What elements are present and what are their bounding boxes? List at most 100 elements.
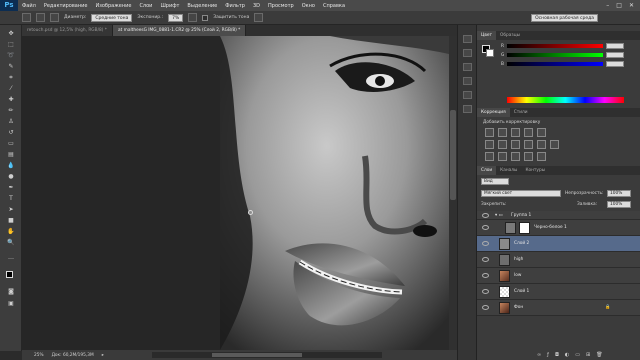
channel-mixer-icon[interactable] <box>537 140 546 149</box>
menu-3d[interactable]: 3D <box>249 3 264 9</box>
menu-help[interactable]: Справка <box>319 3 349 9</box>
green-track[interactable] <box>507 53 604 57</box>
opacity-field[interactable]: 100% <box>607 190 631 197</box>
blend-mode-select[interactable]: Мягкий свет <box>481 190 561 197</box>
history-brush-tool-icon[interactable]: ↺ <box>6 128 16 137</box>
move-tool-icon[interactable]: ✥ <box>6 29 16 38</box>
dodge-tool-icon[interactable]: ● <box>6 172 16 181</box>
dodge-tool-icon[interactable] <box>22 13 31 22</box>
tab-retouch[interactable]: retouch.psd @ 12,5% (high, RGB/8) * <box>22 25 113 36</box>
menu-filter[interactable]: Фильтр <box>221 3 249 9</box>
lasso-tool-icon[interactable]: ➰ <box>6 51 16 60</box>
paragraph-panel-icon[interactable] <box>463 105 472 113</box>
eye-icon[interactable] <box>482 257 489 262</box>
healing-tool-icon[interactable]: ✚ <box>6 95 16 104</box>
range-select[interactable]: Средние тона <box>91 13 133 22</box>
menu-file[interactable]: Файл <box>18 3 40 9</box>
tab-color[interactable]: Цвет <box>477 31 497 40</box>
tab-adjustments[interactable]: Коррекция <box>477 108 510 117</box>
tab-channels[interactable]: Каналы <box>496 166 521 175</box>
folder-icon[interactable]: ▭ <box>575 352 580 360</box>
red-value-field[interactable] <box>606 43 624 49</box>
layer-row[interactable]: Черно-белое 1 <box>477 220 640 236</box>
brush-panel-icon[interactable] <box>463 77 472 85</box>
layer-kind-filter[interactable]: Вид <box>481 178 509 185</box>
green-value-field[interactable] <box>606 52 625 58</box>
mask-icon[interactable]: ◘ <box>555 352 559 360</box>
posterize-icon[interactable] <box>498 152 507 161</box>
black-white-icon[interactable] <box>511 140 520 149</box>
brightness-icon[interactable] <box>485 128 494 137</box>
shape-tool-icon[interactable]: ■ <box>6 216 16 225</box>
menu-type[interactable]: Шрифт <box>156 3 183 9</box>
levels-icon[interactable] <box>498 128 507 137</box>
minimize-icon[interactable]: – <box>606 2 609 9</box>
layer-row[interactable]: Слой 2 <box>477 236 640 252</box>
blue-slider[interactable]: B <box>501 61 634 67</box>
eye-icon[interactable] <box>482 225 489 230</box>
marquee-tool-icon[interactable]: ⬚ <box>6 40 16 49</box>
exposure-icon[interactable] <box>524 128 533 137</box>
menu-layers[interactable]: Слои <box>135 3 156 9</box>
color-spectrum[interactable] <box>507 97 624 103</box>
layer-row[interactable]: high <box>477 252 640 268</box>
horizontal-scroll-thumb[interactable] <box>211 353 302 357</box>
eye-icon[interactable] <box>482 305 489 310</box>
brush-preset-icon[interactable] <box>36 13 45 22</box>
vibrance-icon[interactable] <box>537 128 546 137</box>
stamp-tool-icon[interactable]: ♙ <box>6 117 16 126</box>
new-layer-icon[interactable]: ⊞ <box>586 352 590 360</box>
color-bg-swatch[interactable] <box>486 49 494 57</box>
color-lookup-icon[interactable] <box>550 140 559 149</box>
adjustment-icon[interactable]: ◐ <box>565 352 569 360</box>
curves-icon[interactable] <box>511 128 520 137</box>
menu-select[interactable]: Выделение <box>183 3 221 9</box>
trash-icon[interactable]: 🗑 <box>596 352 602 360</box>
screen-mode-icon[interactable]: ▣ <box>6 299 16 308</box>
foreground-color-swatch[interactable] <box>6 271 13 278</box>
history-panel-icon[interactable] <box>463 35 472 43</box>
gradient-map-icon[interactable] <box>524 152 533 161</box>
layer-row[interactable]: Фон 🔒 <box>477 300 640 316</box>
fill-field[interactable]: 100% <box>607 201 631 208</box>
properties-panel-icon[interactable] <box>463 63 472 71</box>
type-tool-icon[interactable]: T <box>6 194 16 203</box>
quick-mask-icon[interactable]: ◙ <box>6 287 16 296</box>
tab-swatches[interactable]: Образцы <box>496 31 524 40</box>
blur-tool-icon[interactable]: 💧 <box>6 161 16 170</box>
menu-window[interactable]: Окно <box>298 3 319 9</box>
quick-select-tool-icon[interactable]: ✎ <box>6 62 16 71</box>
menu-image[interactable]: Изображение <box>91 3 135 9</box>
eye-icon[interactable] <box>482 273 489 278</box>
maximize-icon[interactable]: □ <box>616 2 622 9</box>
tab-layers[interactable]: Слои <box>477 166 497 175</box>
red-track[interactable] <box>507 44 603 48</box>
crop-tool-icon[interactable]: ⌗ <box>6 73 16 82</box>
menu-edit[interactable]: Редактирование <box>40 3 92 9</box>
brush-panel-icon[interactable] <box>50 13 59 22</box>
tab-styles[interactable]: Стили <box>510 108 532 117</box>
invert-icon[interactable] <box>485 152 494 161</box>
photo-filter-icon[interactable] <box>524 140 533 149</box>
green-slider[interactable]: G <box>501 52 634 58</box>
layer-row[interactable]: low <box>477 268 640 284</box>
threshold-icon[interactable] <box>511 152 520 161</box>
hand-tool-icon[interactable]: ✋ <box>6 227 16 236</box>
airbrush-icon[interactable] <box>188 13 198 22</box>
red-slider[interactable]: R <box>501 43 634 49</box>
close-icon[interactable]: ✕ <box>629 2 634 9</box>
horizontal-scrollbar[interactable] <box>151 352 382 358</box>
more-tools-icon[interactable]: … <box>6 253 16 262</box>
selective-color-icon[interactable] <box>537 152 546 161</box>
eyedropper-tool-icon[interactable]: ⁄ <box>6 84 16 93</box>
workspace-select[interactable]: Основная рабочая среда <box>531 14 598 22</box>
brush-tool-icon[interactable]: ✏ <box>6 106 16 115</box>
pressure-icon[interactable] <box>254 13 264 22</box>
zoom-level[interactable]: 25% <box>34 353 44 358</box>
color-balance-icon[interactable] <box>498 140 507 149</box>
protect-tones-checkbox[interactable] <box>202 14 209 21</box>
eraser-tool-icon[interactable]: ▭ <box>6 139 16 148</box>
link-icon[interactable]: ∞ <box>537 352 541 360</box>
status-menu-icon[interactable]: ▸ <box>102 353 104 358</box>
path-select-tool-icon[interactable]: ➤ <box>6 205 16 214</box>
